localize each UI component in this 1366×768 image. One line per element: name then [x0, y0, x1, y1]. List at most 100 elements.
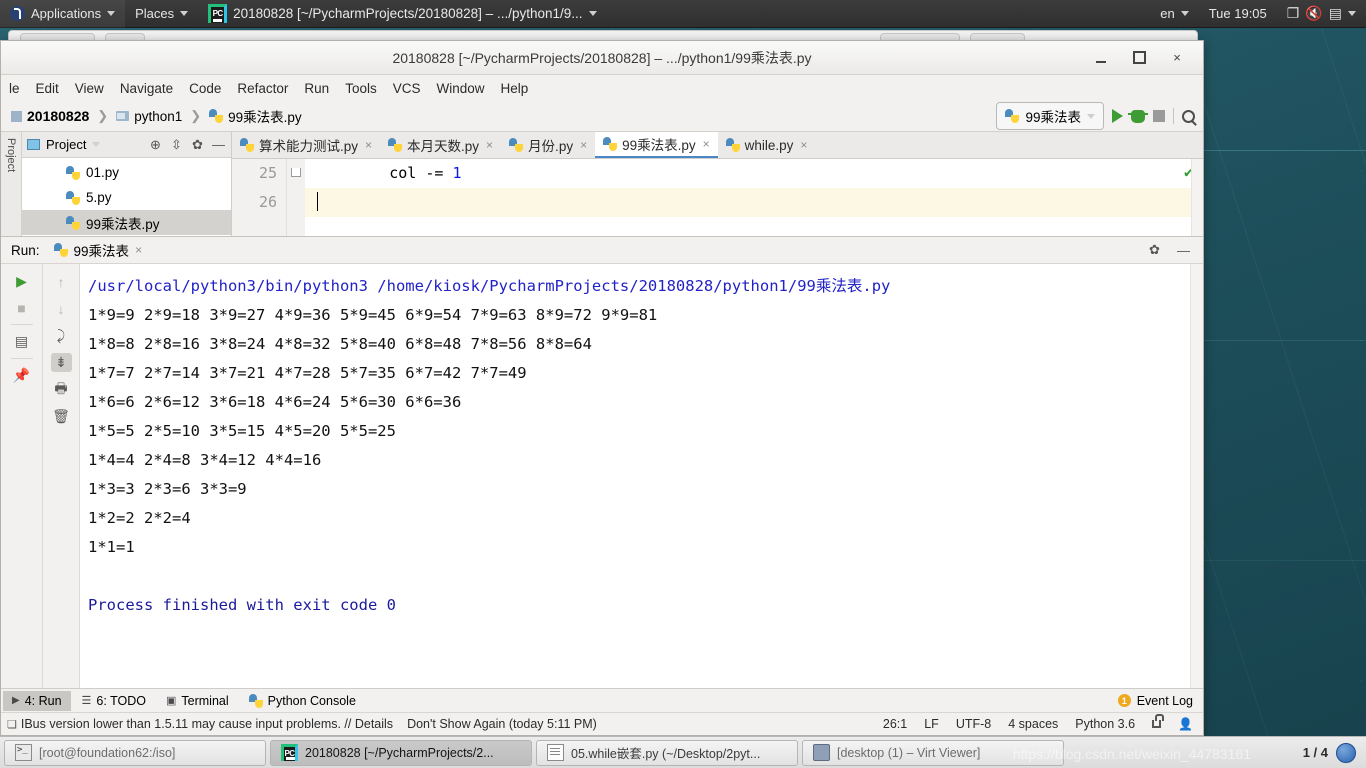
gear-icon[interactable]: ✿ [1147, 242, 1162, 258]
input-source-indicator[interactable]: en [1150, 0, 1198, 28]
caret-position[interactable]: 26:1 [883, 717, 907, 731]
menu-item-tools[interactable]: Tools [337, 78, 385, 99]
close-tab-icon[interactable]: × [365, 138, 372, 152]
breadcrumb-project[interactable]: 20180828 [7, 106, 93, 126]
code-folding-gutter[interactable] [287, 159, 305, 236]
clear-all-icon[interactable]: 🗑 [51, 407, 72, 426]
file-tree-item-label: 01.py [86, 165, 120, 180]
hector-inspection-icon[interactable]: 👤 [1178, 717, 1193, 731]
status-button-terminal[interactable]: ▣ Terminal [157, 691, 238, 711]
taskbar-item-label: [desktop (1) – Virt Viewer] [837, 745, 981, 760]
active-window-menu[interactable]: 20180828 [~/PycharmProjects/20180828] – … [198, 0, 606, 28]
menu-item-run[interactable]: Run [296, 78, 337, 99]
event-log-label[interactable]: Event Log [1137, 694, 1193, 708]
editor-tab[interactable]: 本月天数.py × [380, 132, 501, 158]
tool-window-project-label[interactable]: Project [5, 138, 17, 172]
run-tab[interactable]: 99乘法表 × [48, 238, 149, 262]
console-line: 1*3=3 2*3=6 3*3=9 [88, 480, 247, 498]
file-encoding[interactable]: UTF-8 [956, 717, 991, 731]
run-tab-label: 99乘法表 [73, 244, 130, 259]
breadcrumb-separator-icon: ❯ [97, 108, 109, 123]
editor-tab[interactable]: 月份.py × [501, 132, 595, 158]
menu-item-help[interactable]: Help [492, 78, 536, 99]
menu-item-edit[interactable]: Edit [28, 78, 67, 99]
taskbar-item-virt-viewer[interactable]: [desktop (1) – Virt Viewer] [802, 739, 1064, 766]
status-bar-dismiss[interactable]: Don't Show Again (today 5:11 PM) [407, 717, 597, 731]
collapse-all-icon[interactable]: ⇳ [169, 137, 184, 152]
menu-item-window[interactable]: Window [428, 78, 492, 99]
file-tree-item[interactable]: 5.py [22, 185, 231, 210]
code-lines[interactable]: col -= 1 [305, 159, 1203, 236]
breadcrumb-folder[interactable]: python1 [112, 107, 186, 126]
console-line: 1*6=6 2*6=12 3*6=18 4*6=24 5*6=30 6*6=36 [88, 393, 462, 411]
workspace-indicator[interactable]: 1 / 4 [1303, 745, 1328, 760]
breadcrumb-file[interactable]: 99乘法表.py [205, 104, 306, 128]
applications-menu[interactable]: Applications [0, 0, 126, 28]
menu-item-view[interactable]: View [67, 78, 112, 99]
python-interpreter[interactable]: Python 3.6 [1075, 717, 1135, 731]
taskbar-item-pycharm[interactable]: 20180828 [~/PycharmProjects/2... [270, 739, 532, 766]
maximize-button[interactable] [1131, 50, 1147, 66]
restore-layout-icon[interactable]: ▤ [11, 332, 32, 351]
search-everywhere-icon[interactable] [1182, 109, 1195, 123]
editor-tab-label: while.py [744, 137, 794, 153]
close-run-tab-icon[interactable]: × [135, 243, 142, 257]
scroll-to-end-icon[interactable]: ⇟ [50, 353, 72, 372]
status-button-todo[interactable]: ☰ 6: TODO [73, 691, 155, 711]
menu-item-refactor[interactable]: Refactor [229, 78, 296, 99]
places-menu[interactable]: Places [125, 0, 198, 28]
close-tab-icon[interactable]: × [703, 137, 710, 151]
breadcrumb-project-label: 20180828 [27, 108, 90, 124]
debug-button[interactable] [1128, 109, 1148, 123]
lock-icon[interactable] [1152, 714, 1165, 728]
run-configuration-selector[interactable]: 99乘法表 [996, 102, 1104, 130]
console-scrollbar[interactable] [1190, 264, 1203, 688]
print-icon[interactable]: 🖶 [51, 380, 72, 399]
menu-item-vcs[interactable]: VCS [385, 78, 429, 99]
file-tree-item-selected[interactable]: 99乘法表.py [22, 210, 231, 235]
file-tree-item[interactable]: 01.py [22, 160, 231, 185]
editor-scrollbar[interactable] [1191, 159, 1203, 236]
stop-button[interactable] [1153, 110, 1165, 122]
chevron-down-icon[interactable] [92, 142, 101, 147]
fedora-logo-icon [10, 6, 25, 21]
run-button[interactable] [1112, 109, 1123, 123]
status-button-run[interactable]: ▶ 4: Run [3, 690, 71, 711]
hide-panel-icon[interactable]: — [1176, 243, 1191, 258]
menu-item-file[interactable]: le [1, 78, 28, 99]
editor-tab-active[interactable]: 99乘法表.py × [595, 132, 718, 158]
code-editor[interactable]: 25 26 col -= 1 ✔ [232, 159, 1203, 236]
close-tab-icon[interactable]: × [486, 138, 493, 152]
line-number: 25 [258, 164, 277, 182]
volume-muted-icon: 🔇 [1305, 5, 1323, 21]
next-occurrence-icon[interactable]: ↓ [51, 299, 72, 318]
trash-icon[interactable] [1336, 742, 1356, 763]
close-button[interactable]: × [1169, 50, 1185, 66]
line-separator[interactable]: LF [924, 717, 939, 731]
clock[interactable]: Tue 19:05 [1199, 0, 1277, 28]
close-tab-icon[interactable]: × [580, 138, 587, 152]
notification-icon: ❏ [7, 718, 17, 731]
editor-tab[interactable]: 算术能力测试.py × [232, 132, 380, 158]
close-tab-icon[interactable]: × [800, 138, 807, 152]
stop-process-icon[interactable]: ■ [11, 298, 32, 317]
menu-item-navigate[interactable]: Navigate [112, 78, 181, 99]
rerun-icon[interactable]: ▶ [11, 272, 32, 291]
fold-region-icon[interactable] [291, 168, 301, 177]
soft-wrap-icon[interactable]: ⤸ [51, 326, 72, 345]
menu-item-code[interactable]: Code [181, 78, 229, 99]
taskbar-item-text-editor[interactable]: 05.while嵌套.py (~/Desktop/2pyt... [536, 739, 798, 766]
prev-occurrence-icon[interactable]: ↑ [51, 272, 72, 291]
hide-panel-icon[interactable]: — [211, 137, 226, 152]
system-status-menu[interactable]: ❐ 🔇 ▤ [1277, 0, 1366, 28]
taskbar-item-terminal[interactable]: [root@foundation62:/iso] [4, 739, 266, 766]
indent-setting[interactable]: 4 spaces [1008, 717, 1058, 731]
gear-icon[interactable]: ✿ [190, 137, 205, 152]
locate-target-icon[interactable]: ⊕ [148, 137, 163, 152]
run-console-output[interactable]: /usr/local/python3/bin/python3 /home/kio… [80, 264, 1203, 688]
editor-tab[interactable]: while.py × [718, 132, 816, 158]
minimize-button[interactable] [1093, 50, 1109, 66]
status-bar-message[interactable]: IBus version lower than 1.5.11 may cause… [21, 717, 393, 731]
status-button-python-console[interactable]: Python Console [240, 691, 365, 711]
pin-tab-icon[interactable]: 📌 [11, 366, 32, 385]
